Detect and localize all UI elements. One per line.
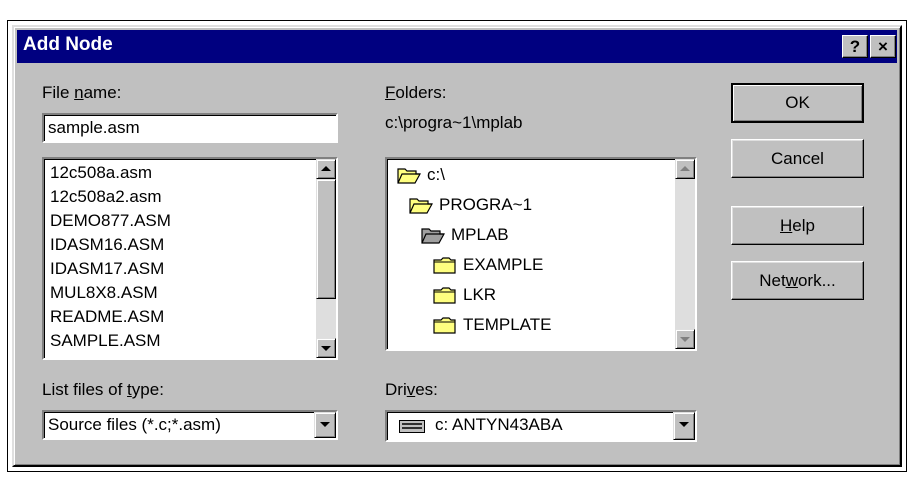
folder-item-label: c:\ (427, 165, 445, 184)
help-title-button[interactable]: ? (842, 35, 868, 58)
up-arrow-icon (321, 166, 331, 171)
file-type-label: List files of type: (42, 380, 164, 399)
dialog-title: Add Node (23, 34, 113, 55)
file-type-select[interactable]: Source files (*.c;*.asm) (42, 410, 338, 440)
chevron-down-icon (679, 422, 689, 427)
folder-item-label: MPLAB (451, 225, 509, 244)
folder-scroll-down-button[interactable] (675, 329, 695, 349)
file-list[interactable]: 12c508a.asm 12c508a2.asm DEMO877.ASM IDASM1… (42, 157, 338, 360)
file-name-label: File name: (42, 83, 122, 102)
drives-label: Drives: (385, 380, 438, 399)
folder-item-label: PROGRA~1 (439, 195, 533, 214)
file-list-item[interactable]: 12c508a2.asm (50, 187, 162, 207)
file-list-item[interactable]: DEMO877.ASM (50, 211, 171, 231)
close-button[interactable]: × (870, 35, 896, 58)
file-list-item[interactable]: README.ASM (50, 307, 164, 327)
folder-scroll-up-button[interactable] (675, 159, 695, 179)
close-icon: × (878, 37, 888, 56)
folder-item-label: EXAMPLE (463, 255, 544, 274)
up-arrow-icon (680, 166, 690, 171)
drive-icon (399, 420, 425, 433)
folders-label: Folders: (385, 83, 447, 102)
ok-button[interactable]: OK (731, 83, 864, 123)
file-name-input[interactable]: sample.asm (42, 113, 338, 143)
down-arrow-icon (321, 346, 331, 351)
folder-item-label: LKR (463, 285, 497, 304)
file-list-item[interactable]: SAMPLE.ASM (50, 331, 161, 351)
file-list-item[interactable]: MUL8X8.ASM (50, 283, 158, 303)
network-button[interactable]: Network... (731, 261, 864, 300)
chevron-down-icon (320, 422, 330, 427)
title-bar[interactable]: Add Node ? × (17, 30, 897, 63)
drives-select[interactable]: c: ANTYN43ABA (385, 410, 697, 442)
add-node-dialog: Add Node ? × File name: sample.asm 12c50… (12, 25, 902, 467)
current-folder-path: c:\progra~1\mplab (385, 113, 523, 132)
drives-dropdown-button[interactable] (673, 412, 695, 440)
help-button[interactable]: Help (731, 206, 864, 245)
folder-scrollbar[interactable] (675, 159, 695, 349)
folder-item-label: TEMPLATE (463, 315, 552, 334)
scroll-up-button[interactable] (316, 159, 336, 179)
file-list-item[interactable]: IDASM16.ASM (50, 235, 164, 255)
down-arrow-icon (680, 337, 690, 342)
file-list-item[interactable]: 12c508a.asm (50, 163, 152, 183)
file-type-dropdown-button[interactable] (314, 412, 336, 438)
file-list-scrollbar[interactable] (316, 159, 336, 358)
file-list-item[interactable]: IDASM17.ASM (50, 259, 164, 279)
cancel-button[interactable]: Cancel (731, 139, 864, 178)
scroll-down-button[interactable] (316, 338, 336, 358)
folder-tree[interactable]: c:\ PROGRA~1 MPLAB EXAMPLE LKR TEMPLATE (385, 157, 697, 351)
scroll-thumb[interactable] (316, 179, 336, 299)
